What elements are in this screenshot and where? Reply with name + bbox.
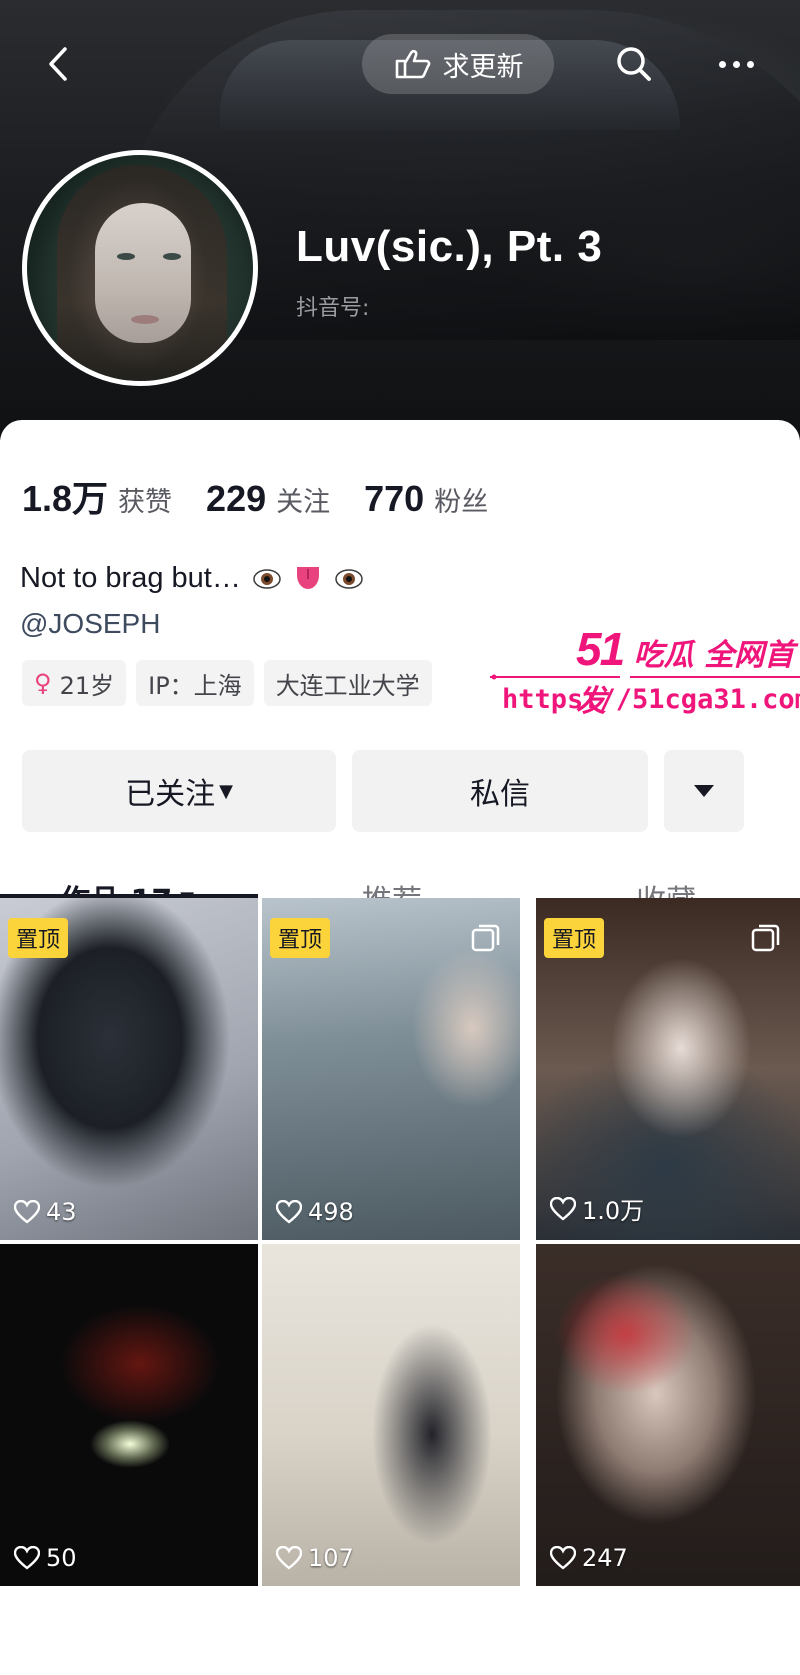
video-likes-count: 107: [308, 1544, 354, 1572]
triangle-down-icon: [694, 785, 714, 797]
heart-icon: [14, 1546, 40, 1570]
request-update-button[interactable]: 求更新: [362, 34, 554, 94]
tongue-emoji-icon: [296, 567, 319, 589]
pointing-hand-icon: [395, 49, 430, 79]
video-likes-count: 50: [46, 1544, 77, 1572]
tag-school-label: 大连工业大学: [275, 671, 420, 700]
stat-following[interactable]: 229 关注: [206, 478, 330, 520]
followed-button-label: 已关注: [125, 777, 216, 812]
profile-tags: ♀ 21岁 IP：上海 大连工业大学: [22, 660, 432, 706]
more-dot-icon: [746, 60, 754, 68]
top-navigation-bar: 求更新: [0, 30, 800, 100]
more-options-button[interactable]: [706, 42, 766, 86]
bio-text: Not to brag but…: [20, 562, 364, 595]
search-icon: [617, 47, 651, 81]
avatar-eye: [117, 253, 135, 260]
heart-icon: [550, 1196, 576, 1221]
heart-icon: [276, 1200, 302, 1224]
pinned-badge: 置顶: [544, 918, 605, 958]
profile-name: Luv(sic.), Pt. 3: [296, 222, 603, 271]
video-likes-count: 247: [582, 1544, 628, 1572]
video-thumbnail[interactable]: 置顶 43: [0, 898, 258, 1240]
video-likes: 1.0万: [550, 1191, 644, 1226]
stat-followers[interactable]: 770 粉丝: [364, 478, 488, 520]
stat-followers-value: 770: [364, 478, 425, 519]
bio-mention-link[interactable]: @JOSEPH: [20, 608, 160, 640]
heart-icon: [276, 1546, 302, 1570]
more-actions-button[interactable]: [664, 750, 744, 832]
video-likes-count: 498: [308, 1198, 354, 1226]
video-thumbnail[interactable]: 107: [262, 1244, 520, 1586]
video-thumbnail[interactable]: 置顶 1.0万: [536, 898, 800, 1240]
video-thumbnail[interactable]: 置顶 498: [262, 898, 520, 1240]
request-update-label: 求更新: [442, 51, 524, 83]
stat-followers-label: 粉丝: [434, 487, 489, 518]
stat-likes[interactable]: 1.8万 获赞: [22, 470, 172, 522]
tag-age-label: 21岁: [59, 671, 115, 700]
video-likes: 107: [276, 1544, 354, 1572]
video-likes: 498: [276, 1198, 354, 1226]
watermark-divider: [490, 674, 800, 680]
video-likes: 50: [14, 1544, 77, 1572]
watermark-number: 51: [576, 623, 625, 675]
profile-stats: 1.8万 获赞 229 关注 770 粉丝: [22, 470, 522, 522]
video-thumbnail[interactable]: 247: [536, 1244, 800, 1586]
more-dot-icon: [732, 60, 740, 68]
tag-age: ♀ 21岁: [22, 660, 127, 706]
video-likes: 247: [550, 1544, 628, 1572]
eye-emoji-icon: [253, 569, 281, 589]
avatar[interactable]: [22, 150, 258, 386]
tag-school[interactable]: 大连工业大学: [263, 660, 432, 706]
followed-button[interactable]: 已关注 ▼: [22, 750, 336, 832]
profile-cover: 求更新 Luv(sic.), Pt. 3 抖音号:: [0, 0, 800, 440]
pinned-badge: 置顶: [8, 918, 69, 958]
stat-following-label: 关注: [276, 487, 331, 518]
image-set-icon: [751, 924, 780, 952]
video-likes: 43: [14, 1198, 77, 1226]
pinned-badge: 置顶: [270, 918, 331, 958]
back-arrow-icon: [49, 47, 67, 81]
caret-down-icon: ▼: [219, 780, 233, 802]
profile-actions: 已关注 ▼ 私信: [22, 750, 770, 832]
heart-icon: [14, 1200, 40, 1224]
avatar-lips: [131, 315, 159, 324]
eye-emoji-icon: [335, 569, 363, 589]
stat-following-value: 229: [206, 478, 267, 519]
watermark-url: https://51cga31.com: [502, 684, 800, 715]
female-icon: ♀: [34, 669, 52, 697]
more-dot-icon: [718, 60, 726, 68]
message-button[interactable]: 私信: [352, 750, 648, 832]
heart-icon: [550, 1546, 576, 1570]
message-button-label: 私信: [470, 777, 530, 812]
video-likes-count: 1.0万: [582, 1197, 645, 1225]
profile-info-card: 1.8万 获赞 229 关注 770 粉丝 Not to brag but… @…: [0, 420, 800, 1675]
avatar-eye: [163, 253, 181, 260]
douyin-id-label[interactable]: 抖音号:: [296, 290, 369, 322]
image-set-icon: [471, 924, 500, 952]
bio-text-content: Not to brag but…: [20, 562, 241, 594]
video-thumbnail[interactable]: 50: [0, 1244, 258, 1586]
video-likes-count: 43: [46, 1198, 77, 1226]
stat-likes-value: 1.8万: [22, 478, 109, 519]
search-button[interactable]: [612, 42, 656, 86]
back-button[interactable]: [36, 42, 80, 86]
watermark: 51 吃瓜 全网首发 https://51cga31.com: [490, 622, 800, 722]
stat-likes-label: 获赞: [118, 487, 173, 518]
tag-ip-label: IP：上海: [148, 671, 242, 700]
tag-ip-location: IP：上海: [136, 660, 254, 706]
